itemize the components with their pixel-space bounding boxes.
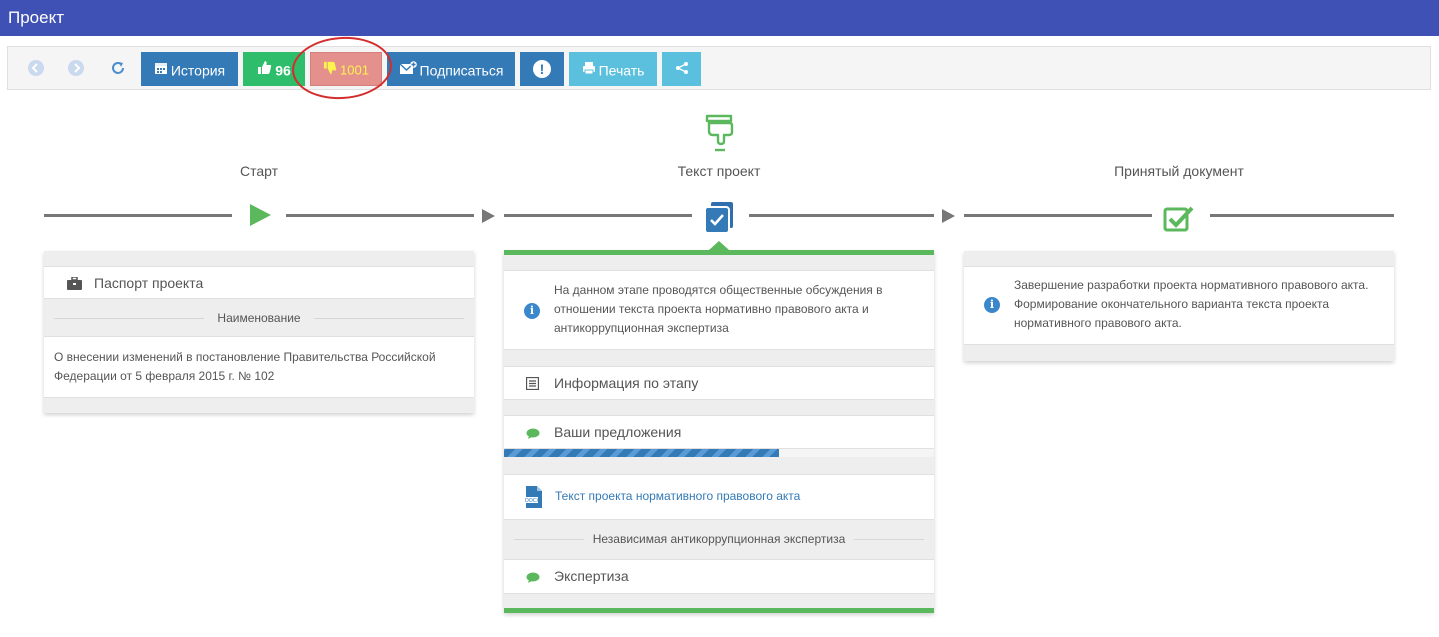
final-info-row: i Завершение разработки проекта норматив… xyxy=(964,266,1394,345)
list-icon xyxy=(525,376,540,395)
expertise-row[interactable]: Экспертиза xyxy=(504,559,934,594)
history-label: История xyxy=(170,62,226,79)
project-name: О внесении изменений в постановление Пра… xyxy=(54,350,436,383)
share-button[interactable] xyxy=(662,52,701,86)
suggestions-row[interactable]: Ваши предложения xyxy=(504,415,934,449)
printer-icon xyxy=(582,53,596,86)
subscribe-label: Подписаться xyxy=(419,62,504,79)
panel-pointer xyxy=(709,241,729,250)
expertise-header: Независимая антикоррупционная экспертиза xyxy=(592,532,846,546)
passport-label: Паспорт проекта xyxy=(94,275,204,291)
divider xyxy=(314,318,464,319)
expertise-label: Экспертиза xyxy=(554,568,629,584)
svg-text:DOCX: DOCX xyxy=(525,498,540,504)
timeline-line xyxy=(504,214,692,217)
stage-title-text: Текст проект xyxy=(677,163,761,179)
docx-file-icon: DOCX xyxy=(524,485,544,514)
suggestions-progress-bar xyxy=(504,449,934,457)
timeline-line xyxy=(44,214,232,217)
envelope-plus-icon xyxy=(399,53,417,86)
app-header: Проект xyxy=(0,0,1439,36)
text-project-panel: i На данном этапе проводятся общественны… xyxy=(504,241,934,613)
stage-info-text: На данном этапе проводятся общественные … xyxy=(554,283,883,335)
print-button[interactable]: Печать xyxy=(569,52,657,86)
name-header: Наименование xyxy=(217,311,301,325)
stage-info-row[interactable]: Информация по этапу xyxy=(504,366,934,400)
start-panel: Паспорт проекта Наименование О внесении … xyxy=(44,251,474,413)
checkbox-icon xyxy=(1163,204,1195,237)
pointing-hand-icon xyxy=(703,114,735,159)
exclamation-icon: ! xyxy=(533,59,551,78)
stage-title-final: Принятый документ xyxy=(1114,163,1244,179)
timeline-line xyxy=(286,214,474,217)
highlight-circle xyxy=(289,33,395,103)
print-label: Печать xyxy=(598,62,645,79)
timeline-line xyxy=(964,214,1152,217)
passport-row[interactable]: Паспорт проекта xyxy=(44,266,474,299)
divider xyxy=(514,539,584,540)
divider xyxy=(54,318,204,319)
comment-icon xyxy=(526,571,540,589)
divider xyxy=(854,539,924,540)
timeline-line xyxy=(1210,214,1394,217)
like-count: 96 xyxy=(275,62,291,79)
forward-icon[interactable] xyxy=(68,60,84,76)
comment-icon xyxy=(526,427,540,445)
timeline-arrow xyxy=(482,209,495,223)
alert-button[interactable]: ! xyxy=(520,52,564,86)
timeline-arrow xyxy=(942,209,955,223)
toolbar: История 96 1001 Подписаться ! Печать xyxy=(7,46,1431,90)
back-icon[interactable] xyxy=(28,60,44,76)
page-title: Проект xyxy=(8,8,64,27)
document-row: DOCX Текст проекта нормативного правовог… xyxy=(504,474,934,520)
progress-fill xyxy=(504,449,780,457)
suggestions-label: Ваши предложения xyxy=(554,424,682,440)
final-info-text: Завершение разработки проекта нормативно… xyxy=(1014,278,1369,330)
thumbs-up-icon xyxy=(257,53,272,86)
history-button[interactable]: История xyxy=(141,52,238,86)
info-row: i На данном этапе проводятся общественны… xyxy=(504,270,934,350)
subscribe-button[interactable]: Подписаться xyxy=(387,52,515,86)
document-check-icon xyxy=(703,200,735,239)
final-panel: i Завершение разработки проекта норматив… xyxy=(964,251,1394,361)
play-icon xyxy=(247,202,273,233)
document-link[interactable]: Текст проекта нормативного правового акт… xyxy=(555,489,800,503)
briefcase-icon xyxy=(67,276,82,295)
stage-title-start: Старт xyxy=(239,163,279,179)
refresh-icon[interactable] xyxy=(110,60,126,76)
stage-info-label: Информация по этапу xyxy=(554,375,699,391)
info-icon: i xyxy=(984,297,1000,313)
info-icon: i xyxy=(524,303,540,319)
calendar-icon xyxy=(154,53,168,86)
timeline-line xyxy=(749,214,934,217)
share-icon xyxy=(675,53,689,86)
name-row: О внесении изменений в постановление Пра… xyxy=(44,336,474,398)
